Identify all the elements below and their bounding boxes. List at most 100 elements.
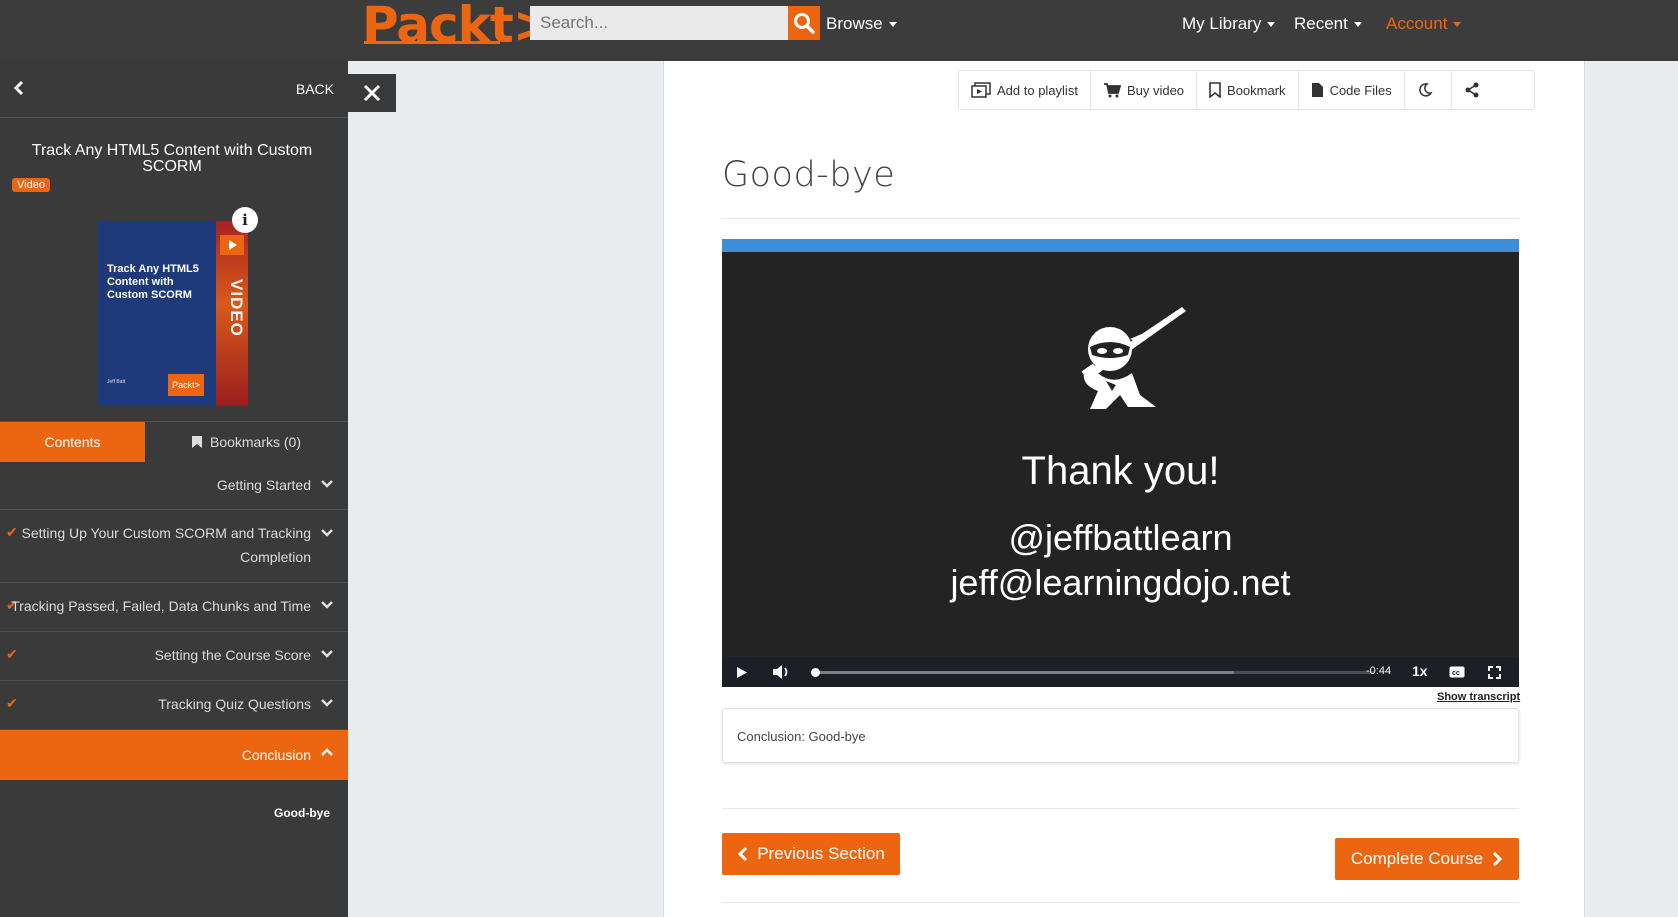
captions-icon[interactable]: cc [1449, 666, 1465, 678]
bookmark-button[interactable]: Bookmark [1197, 71, 1299, 109]
video-toolbar: Add to playlist Buy video Bookmark Code … [958, 70, 1535, 110]
page-title: Good-bye [722, 155, 896, 195]
logo-underline [364, 41, 500, 44]
tab-contents[interactable]: Contents [0, 422, 145, 462]
packt-logo[interactable]: Packt> [362, 0, 555, 54]
buy-video-button[interactable]: Buy video [1091, 71, 1198, 109]
course-cover-image: Track Any HTML5 Content with Custom SCOR… [98, 221, 248, 411]
code-files-button[interactable]: Code Files [1299, 71, 1405, 109]
bookmark-icon [191, 436, 202, 448]
check-icon: ✔ [6, 646, 18, 662]
code-files-label: Code Files [1329, 82, 1392, 98]
course-title: Track Any HTML5 Content with Custom SCOR… [31, 142, 313, 175]
chevron-up-icon [321, 748, 333, 756]
playlist-icon [971, 82, 991, 98]
nav-browse[interactable]: Browse [826, 14, 897, 34]
buffered-bar [814, 671, 1234, 674]
add-to-playlist-label: Add to playlist [997, 82, 1078, 98]
play-icon [220, 235, 244, 255]
section-quiz-questions[interactable]: ✔ Tracking Quiz Questions [0, 681, 348, 730]
chevron-down-icon [321, 480, 333, 488]
back-row[interactable]: BACK [0, 61, 348, 118]
ninja-logo-icon [1081, 307, 1186, 409]
fullscreen-icon[interactable] [1488, 666, 1501, 679]
slide-handle-text: @jeffbattlearn [1008, 517, 1233, 558]
previous-section-button[interactable]: Previous Section [722, 833, 900, 875]
section-label: Conclusion [241, 747, 311, 763]
video-description-box: Conclusion: Good-bye [722, 708, 1519, 763]
divider [722, 808, 1519, 809]
close-sidebar-button[interactable] [348, 74, 396, 112]
cover-author: Jeff Batt [107, 379, 126, 385]
section-getting-started[interactable]: Getting Started [0, 461, 348, 510]
caret-down-icon [1267, 22, 1276, 28]
previous-section-label: Previous Section [757, 844, 885, 863]
player-top-bar [722, 239, 1519, 252]
complete-course-button[interactable]: Complete Course [1335, 838, 1519, 880]
bookmark-label: Bookmark [1227, 82, 1286, 98]
cart-icon [1103, 83, 1121, 98]
svg-text:cc: cc [1452, 670, 1460, 677]
share-button[interactable] [1452, 71, 1498, 109]
tab-bookmarks-label: Bookmarks (0) [209, 434, 302, 450]
time-remaining: -0:44 [1366, 665, 1392, 677]
check-icon: ✔ [6, 524, 18, 540]
show-transcript-link[interactable]: Show transcript [1437, 691, 1520, 703]
slide-thanks-text: Thank you! [1021, 449, 1220, 493]
divider [722, 218, 1519, 219]
complete-course-label: Complete Course [1350, 849, 1484, 868]
video-player[interactable]: Thank you! @jeffbattlearn jeff@learningd… [722, 239, 1519, 687]
chevron-left-icon [738, 846, 748, 862]
sidebar-tabs: Contents Bookmarks (0) [0, 421, 348, 462]
section-label: Setting the Course Score [154, 647, 311, 663]
search-icon [794, 13, 815, 34]
info-icon[interactable]: i [232, 207, 258, 233]
cover-packt-logo: Packt> [168, 374, 204, 396]
chevron-right-icon [1493, 851, 1503, 867]
sub-item-good-bye[interactable]: Good-bye [0, 806, 330, 820]
add-to-playlist-button[interactable]: Add to playlist [959, 71, 1091, 109]
progress-track[interactable] [811, 668, 1374, 677]
playback-speed-button[interactable]: 1x [1412, 663, 1428, 679]
nav-recent-label: Recent [1294, 14, 1348, 33]
top-nav-bar: Packt> Browse My Library Recent Account [0, 0, 1678, 61]
section-tracking-passed[interactable]: ✔ Tracking Passed, Failed, Data Chunks a… [0, 583, 348, 632]
caret-down-icon [1353, 22, 1362, 28]
tab-bookmarks[interactable]: Bookmarks (0) [145, 422, 348, 462]
nav-account-label: Account [1386, 14, 1448, 33]
dark-mode-toggle[interactable] [1405, 71, 1452, 109]
player-controls: -0:44 1x cc [722, 657, 1519, 687]
cover-blue-panel: Track Any HTML5 Content with Custom SCOR… [98, 221, 216, 406]
close-icon [363, 84, 381, 102]
back-label[interactable]: BACK [296, 81, 334, 97]
search-button[interactable] [788, 6, 820, 40]
nav-browse-label: Browse [826, 14, 883, 33]
cover-video-text: VIDEO [227, 279, 246, 337]
progress-knob[interactable] [811, 668, 820, 677]
check-icon: ✔ [6, 695, 18, 711]
section-conclusion[interactable]: Conclusion [0, 730, 348, 780]
share-icon [1465, 82, 1479, 98]
chevron-down-icon [321, 601, 333, 609]
nav-account[interactable]: Account [1386, 14, 1462, 34]
chevron-left-icon [13, 80, 24, 96]
nav-my-library[interactable]: My Library [1182, 14, 1276, 34]
chevron-down-icon [321, 529, 333, 537]
search-input[interactable] [530, 6, 820, 40]
video-badge: Video [12, 178, 50, 192]
cover-title: Track Any HTML5 Content with Custom SCOR… [107, 263, 199, 301]
section-setting-up[interactable]: ✔ Setting Up Your Custom SCORM and Track… [0, 510, 348, 583]
video-description: Conclusion: Good-bye [737, 729, 866, 744]
moon-icon [1418, 83, 1433, 97]
buy-video-label: Buy video [1126, 82, 1185, 98]
nav-my-library-label: My Library [1182, 14, 1262, 33]
chevron-down-icon [321, 650, 333, 658]
slide-email-text: jeff@learningdojo.net [950, 562, 1291, 603]
section-label: Getting Started [216, 477, 311, 493]
section-label-line2: Completion [240, 549, 311, 565]
caret-down-icon [888, 22, 897, 28]
section-course-score[interactable]: ✔ Setting the Course Score [0, 632, 348, 681]
nav-recent[interactable]: Recent [1294, 14, 1362, 34]
play-icon[interactable] [736, 666, 748, 679]
volume-icon[interactable] [772, 664, 790, 680]
